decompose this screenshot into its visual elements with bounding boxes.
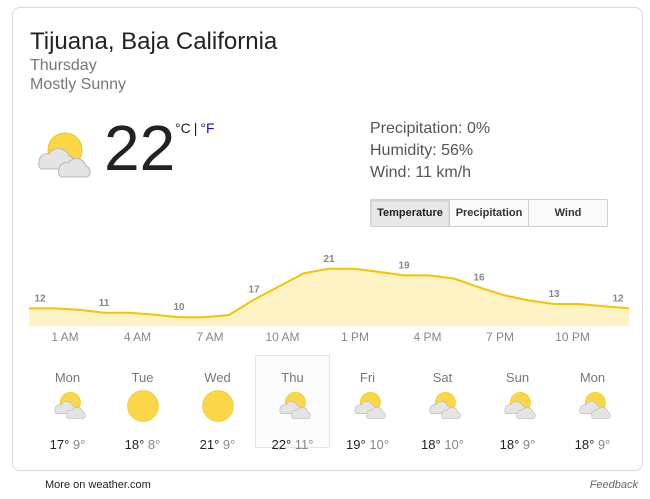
weather-card: Tijuana, Baja California Thursday Mostly… xyxy=(12,7,643,471)
hour-axis: 1 AM 4 AM 7 AM 10 AM 1 PM 4 PM 7 PM 10 PM xyxy=(29,330,629,346)
unit-separator: | xyxy=(193,120,198,136)
forecast-day-name: Mon xyxy=(579,370,606,385)
forecast-high: 18° xyxy=(124,437,145,452)
partly-sunny-icon xyxy=(279,392,311,419)
precipitation-value: Precipitation: 0% xyxy=(370,120,491,137)
fahrenheit-unit[interactable]: °F xyxy=(200,120,214,136)
forecast-high: 19° xyxy=(346,437,366,452)
sunny-icon xyxy=(202,390,234,422)
temperature-chart: 12 11 10 17 21 19 16 13 12 xyxy=(29,254,629,326)
current-condition: Mostly Sunny xyxy=(30,76,127,93)
forecast-high: 18° xyxy=(574,437,595,452)
hour-label: 4 PM xyxy=(413,330,442,344)
forecast-high: 17° xyxy=(49,437,70,452)
forecast-day-name: Thu xyxy=(281,370,304,385)
temperature-label: 21 xyxy=(323,254,335,265)
tab-wind[interactable]: Wind xyxy=(529,200,607,226)
forecast-low: 10° xyxy=(444,437,464,452)
temperature-label: 12 xyxy=(34,293,46,304)
sunny-icon xyxy=(127,390,159,422)
tab-precipitation[interactable]: Precipitation xyxy=(450,200,529,226)
unit-switch: °C | °F xyxy=(175,120,215,136)
partly-sunny-icon xyxy=(504,392,536,419)
forecast-high: 22° xyxy=(271,437,292,452)
partly-sunny-icon xyxy=(38,132,91,178)
hour-label: 7 PM xyxy=(485,330,515,344)
hour-label: 1 AM xyxy=(51,330,79,344)
forecast-day-name: Fri xyxy=(359,370,376,385)
current-day: Thursday xyxy=(30,57,97,74)
forecast-high: 18° xyxy=(499,437,520,452)
temperature-label: 13 xyxy=(548,289,560,300)
temperature-label: 19 xyxy=(398,260,410,271)
hour-label: 10 AM xyxy=(265,330,300,344)
temperature-label: 16 xyxy=(473,272,485,283)
forecast-low: 11° xyxy=(294,437,314,452)
forecast-day-selected[interactable]: Thu 22° 11° xyxy=(255,355,330,452)
hour-label: 4 AM xyxy=(123,330,152,344)
temperature-label: 12 xyxy=(612,293,624,304)
partly-sunny-icon xyxy=(429,392,461,419)
humidity-value: Humidity: 56% xyxy=(370,142,474,159)
forecast-low: 9° xyxy=(72,437,86,452)
forecast-low: 9° xyxy=(522,437,536,452)
celsius-unit[interactable]: °C xyxy=(175,120,191,136)
weather-details: Precipitation: 0% Humidity: 56% Wind: 11… xyxy=(370,118,490,184)
partly-sunny-icon xyxy=(54,392,86,419)
forecast-day[interactable]: Tue 18° 8° xyxy=(105,355,180,452)
hour-label: 10 PM xyxy=(555,330,590,344)
forecast-day-name: Wed xyxy=(204,370,231,385)
tab-temperature[interactable]: Temperature xyxy=(371,200,450,226)
hour-label: 7 AM xyxy=(196,330,224,344)
chart-tabs: Temperature Precipitation Wind xyxy=(370,199,608,227)
forecast-day[interactable]: Sun 18° 9° xyxy=(480,355,555,452)
current-temperature: 22 xyxy=(104,112,176,184)
hour-label: 1 PM xyxy=(340,330,370,344)
forecast-low: 10° xyxy=(369,437,389,452)
forecast-day-name: Tue xyxy=(131,370,154,385)
forecast-day[interactable]: Fri 19° 10° xyxy=(330,355,405,452)
daily-forecast: Mon 17° 9° Tue 18° 8° Wed 21° 9° Thu 22°… xyxy=(30,355,630,452)
forecast-day[interactable]: Mon 18° 9° xyxy=(555,355,630,452)
feedback-link[interactable]: Feedback xyxy=(590,479,638,491)
location-title: Tijuana, Baja California xyxy=(30,28,278,55)
forecast-day-name: Sat xyxy=(432,370,453,385)
forecast-day[interactable]: Wed 21° 9° xyxy=(180,355,255,452)
forecast-day-name: Mon xyxy=(54,370,81,385)
forecast-high: 18° xyxy=(421,437,441,452)
forecast-high: 21° xyxy=(199,437,220,452)
partly-sunny-icon xyxy=(354,392,386,419)
partly-sunny-icon xyxy=(579,392,611,419)
wind-value: Wind: 11 km/h xyxy=(370,164,472,181)
more-on-weather-link[interactable]: More on weather.com xyxy=(45,479,151,491)
temperature-label: 17 xyxy=(248,285,260,296)
temperature-label: 11 xyxy=(99,298,110,309)
temperature-label: 10 xyxy=(173,302,185,313)
forecast-low: 9° xyxy=(597,437,611,452)
forecast-day[interactable]: Sat 18° 10° xyxy=(405,355,480,452)
forecast-low: 9° xyxy=(222,437,236,452)
temperature-area xyxy=(29,268,629,326)
forecast-day[interactable]: Mon 17° 9° xyxy=(30,355,105,452)
forecast-low: 8° xyxy=(147,437,161,452)
forecast-day-name: Sun xyxy=(505,370,530,385)
